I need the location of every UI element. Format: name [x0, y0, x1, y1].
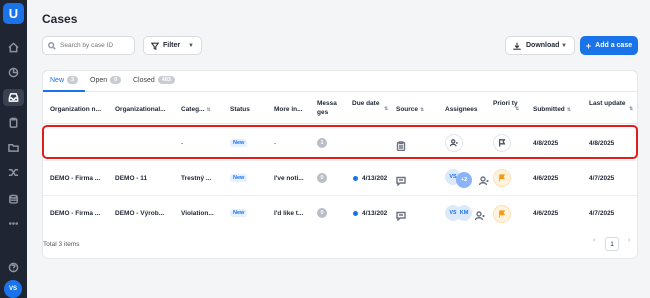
column-header-messages[interactable]: Messa ges — [317, 99, 341, 117]
sort-icon: ⇅ — [515, 106, 520, 112]
column-header-more-info[interactable]: More in... — [274, 105, 303, 114]
sort-icon: ⇅ — [629, 106, 634, 112]
column-header-submitted[interactable]: Submitted ⇅ — [533, 105, 571, 115]
search-input[interactable] — [60, 42, 130, 49]
download-label: Download — [526, 42, 560, 49]
messages-count: 0 — [317, 208, 327, 218]
filter-button[interactable]: Filter ▼ — [143, 36, 202, 55]
page-title: Cases — [42, 12, 78, 26]
column-header-last-update[interactable]: Last update ⇅ — [589, 99, 633, 112]
tab-count: 483 — [157, 76, 175, 84]
more-icon[interactable] — [7, 217, 20, 230]
home-icon[interactable] — [7, 41, 20, 54]
tab-new[interactable]: New 3 — [50, 76, 79, 84]
sidebar: U VS — [0, 0, 27, 298]
tab-label: Open — [90, 76, 108, 84]
tab-bar: New 3 Open 0 Closed 483 — [43, 71, 637, 92]
add-user-icon[interactable] — [478, 173, 489, 186]
next-page-icon[interactable]: › — [628, 237, 630, 244]
organization-cell: DEMO - Firma ... — [50, 210, 101, 217]
sort-icon: ⇅ — [206, 107, 211, 113]
sort-icon: ⇅ — [384, 106, 389, 112]
download-button[interactable]: Download ▼ — [505, 36, 575, 55]
plus-icon: + — [585, 40, 592, 51]
shuffle-icon[interactable] — [7, 166, 20, 179]
total-items: Total 3 items — [43, 241, 80, 248]
due-date-dot — [353, 176, 358, 181]
tab-active-underline — [43, 90, 85, 92]
help-icon[interactable] — [7, 261, 20, 274]
app-logo[interactable]: U — [3, 3, 24, 24]
last-update-date: 4/7/2025 — [589, 210, 615, 217]
chat-icon — [396, 208, 406, 222]
tab-count: 0 — [110, 76, 122, 84]
column-header-organizational-unit[interactable]: Organizational... — [115, 105, 166, 114]
user-avatar[interactable]: VS — [4, 280, 22, 298]
column-header-source[interactable]: Source ⇅ — [396, 105, 424, 115]
column-header-due-date[interactable]: Due date ⇅ — [352, 99, 394, 112]
sort-icon: ⇅ — [420, 107, 425, 113]
column-header-organization[interactable]: Organization n... — [50, 105, 101, 114]
more-assignees-badge[interactable]: +2 — [456, 172, 472, 188]
flag-icon — [499, 174, 506, 182]
status-badge: New — [230, 209, 248, 217]
cases-card: New 3 Open 0 Closed 483 Organization n..… — [42, 70, 638, 259]
more-info-cell: I'd like t... — [274, 210, 304, 217]
tab-label: Closed — [133, 76, 155, 84]
more-info-cell: I've noti... — [274, 175, 304, 182]
tab-closed[interactable]: Closed 483 — [133, 76, 175, 84]
chevron-down-icon: ▼ — [561, 42, 567, 49]
column-header-priority[interactable]: Priori ty ⇅ — [493, 99, 523, 112]
chat-icon — [396, 173, 406, 187]
due-date: 4/13/202 — [362, 175, 388, 182]
header-divider — [43, 123, 637, 124]
add-user-icon[interactable] — [474, 208, 485, 221]
chart-icon[interactable] — [7, 66, 20, 79]
add-case-button[interactable]: + Add a case — [580, 36, 638, 55]
priority-flag-button[interactable] — [493, 169, 511, 187]
filter-icon — [151, 42, 159, 50]
avatar[interactable]: KM — [456, 205, 472, 221]
submitted-date: 4/6/2025 — [533, 175, 559, 182]
flag-icon — [499, 210, 506, 218]
sort-icon: ⇅ — [566, 107, 571, 113]
tab-label: New — [50, 76, 65, 84]
organization-cell: DEMO - Firma ... — [50, 175, 101, 182]
database-icon[interactable] — [7, 193, 20, 206]
page-number[interactable]: 1 — [605, 237, 619, 251]
organizational-unit-cell: DEMO - 11 — [115, 175, 148, 182]
column-header-assignees[interactable]: Assignees — [445, 105, 478, 114]
highlighted-row-outline — [42, 125, 638, 159]
due-date: 4/13/202 — [362, 210, 388, 217]
column-header-status[interactable]: Status — [230, 105, 250, 114]
messages-count: 0 — [317, 173, 327, 183]
search-icon — [48, 41, 56, 50]
inbox-icon[interactable] — [7, 91, 20, 104]
download-icon — [513, 42, 521, 50]
tab-open[interactable]: Open 0 — [90, 76, 122, 84]
organizational-unit-cell: DEMO - Výrob... — [115, 210, 165, 217]
category-cell: Violation... — [181, 210, 214, 217]
priority-flag-button[interactable] — [493, 205, 511, 223]
search-box[interactable] — [42, 36, 135, 55]
prev-page-icon[interactable]: ‹ — [593, 237, 595, 244]
submitted-date: 4/6/2025 — [533, 210, 559, 217]
column-header-category[interactable]: Categ... ⇅ — [181, 105, 211, 115]
chevron-down-icon: ▼ — [188, 42, 194, 49]
status-badge: New — [230, 174, 248, 182]
add-case-label: Add a case — [595, 42, 633, 49]
clipboard-icon[interactable] — [7, 116, 20, 129]
row-divider — [43, 195, 637, 196]
due-date-dot — [353, 211, 358, 216]
folder-icon[interactable] — [7, 141, 20, 154]
row-divider — [43, 160, 637, 161]
last-update-date: 4/7/2025 — [589, 175, 615, 182]
filter-label: Filter — [163, 42, 181, 49]
tab-count: 3 — [67, 76, 79, 84]
category-cell: Trestný ... — [181, 175, 212, 182]
